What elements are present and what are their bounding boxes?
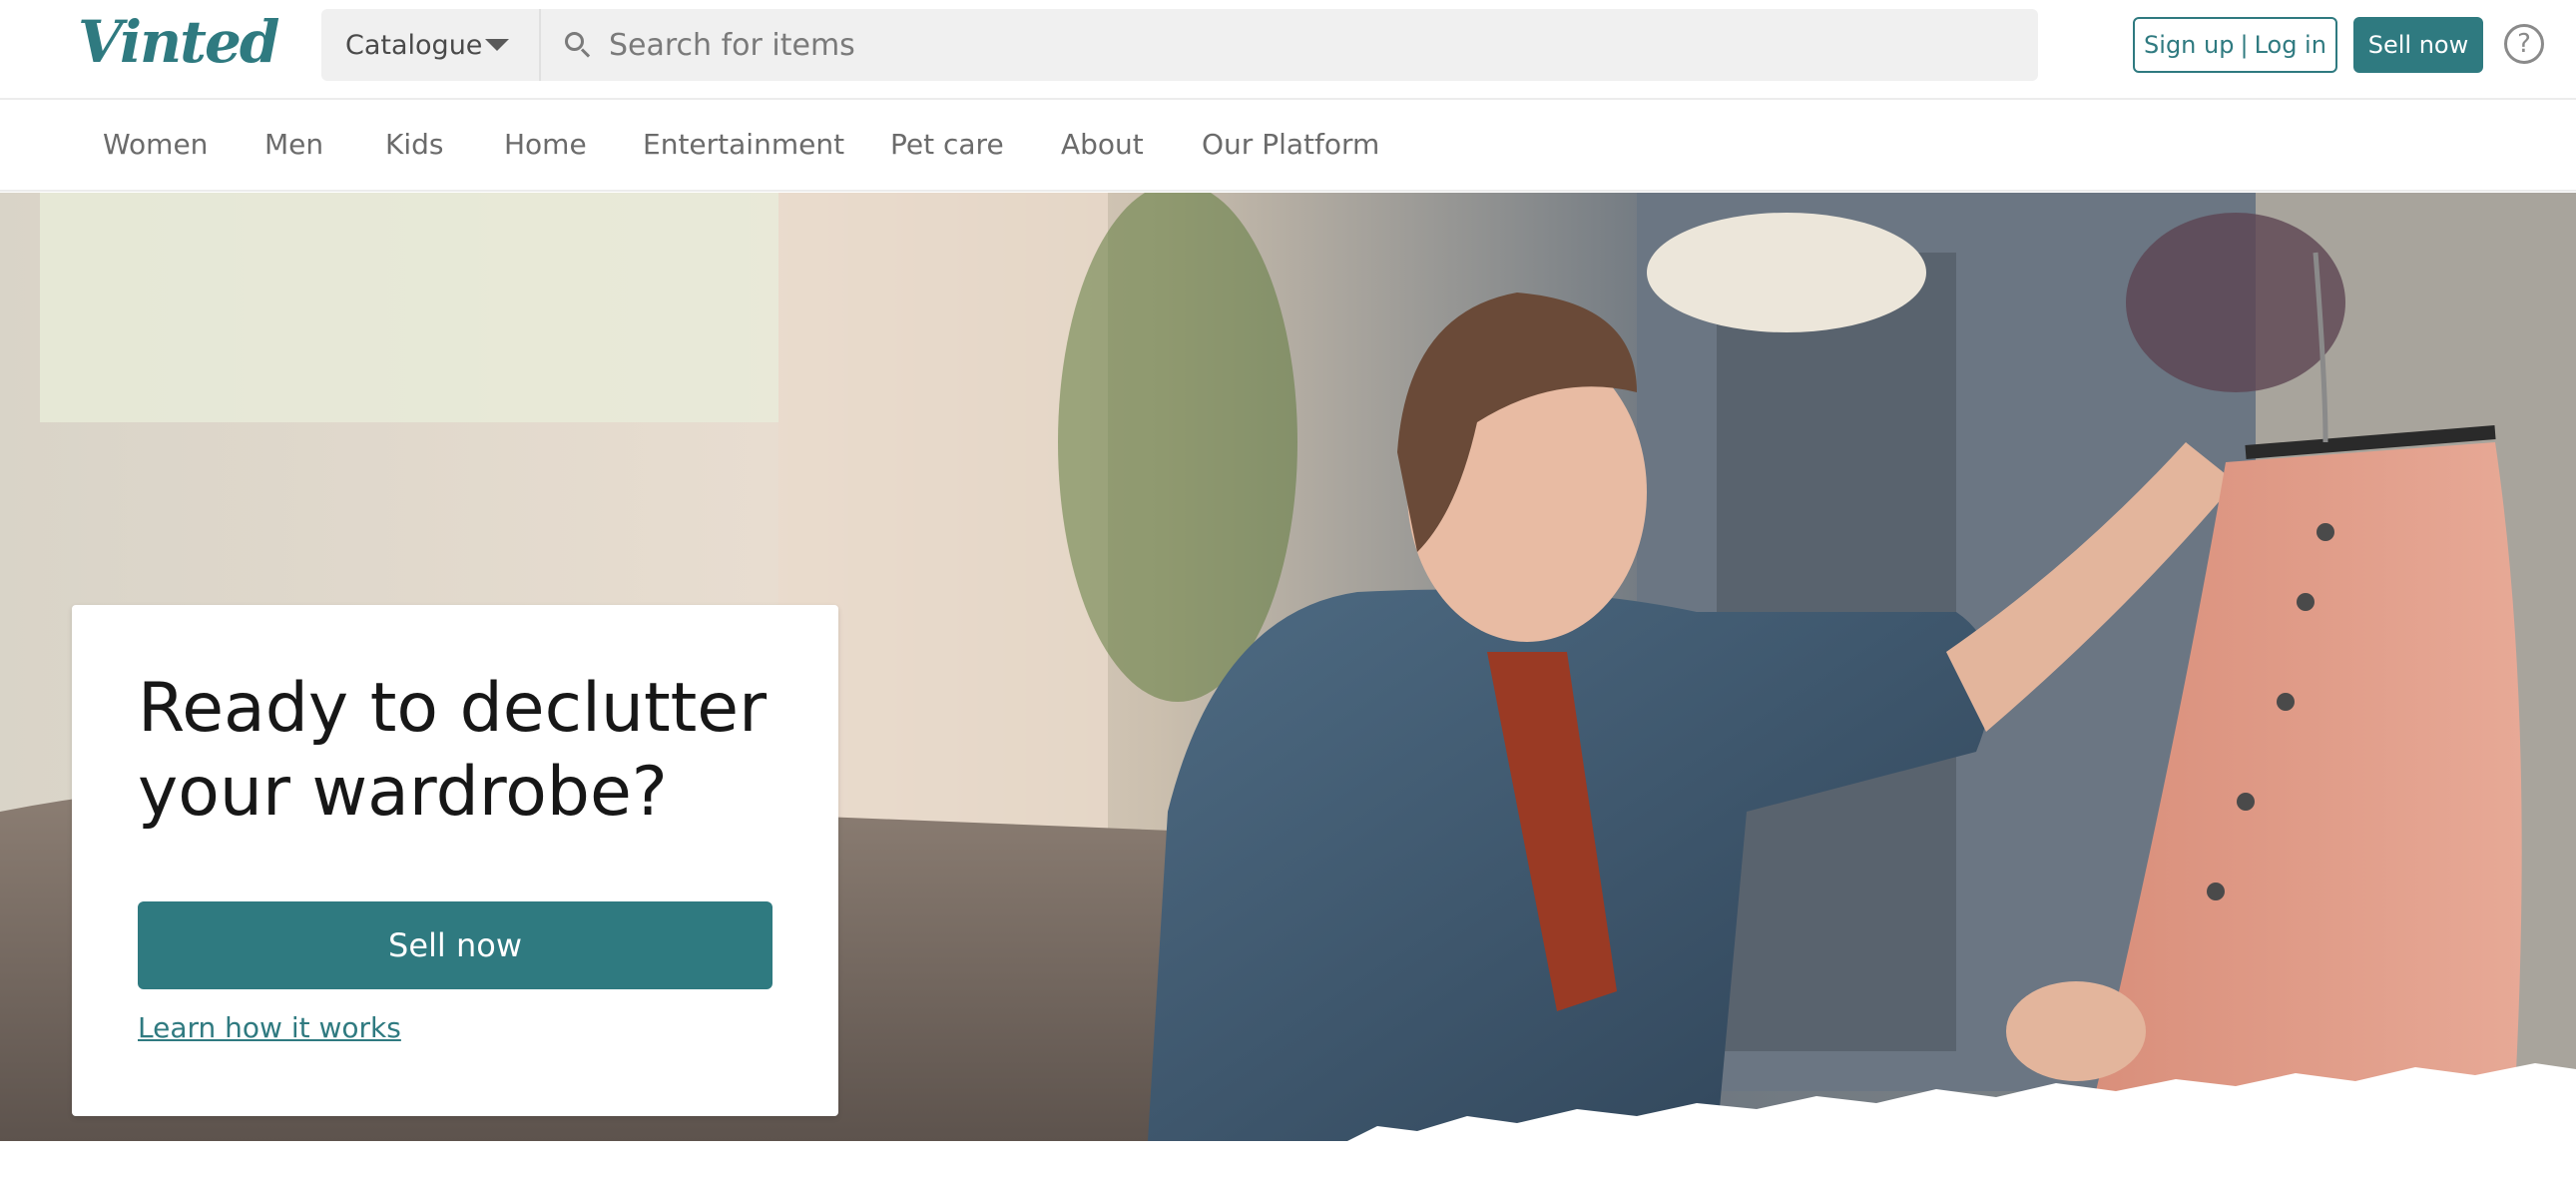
signup-label[interactable]: Sign up xyxy=(2144,31,2234,59)
vinted-logo[interactable]: Vinted xyxy=(78,8,279,76)
login-label[interactable]: Log in xyxy=(2255,31,2326,59)
learn-how-it-works-link[interactable]: Learn how it works xyxy=(138,1011,401,1044)
search-icon xyxy=(563,30,593,60)
nav-item-entertainment[interactable]: Entertainment xyxy=(643,128,844,161)
separator: | xyxy=(2240,31,2249,59)
chevron-down-icon xyxy=(485,39,509,51)
catalogue-dropdown[interactable]: Catalogue xyxy=(321,9,541,81)
catalogue-label: Catalogue xyxy=(345,29,483,61)
nav-item-our-platform[interactable]: Our Platform xyxy=(1202,128,1379,161)
help-icon[interactable]: ? xyxy=(2504,24,2544,64)
nav-item-women[interactable]: Women xyxy=(103,128,208,161)
hero-card: Ready to declutter your wardrobe? Sell n… xyxy=(72,605,838,1116)
search-field[interactable] xyxy=(541,9,2038,81)
sell-now-button[interactable]: Sell now xyxy=(2353,17,2483,73)
hero-sell-now-button[interactable]: Sell now xyxy=(138,901,773,989)
nav-item-kids[interactable]: Kids xyxy=(385,128,444,161)
signup-login-button[interactable]: Sign up | Log in xyxy=(2133,17,2337,73)
nav-item-pet-care[interactable]: Pet care xyxy=(890,128,1004,161)
search-bar: Catalogue xyxy=(321,9,2038,81)
nav-item-men[interactable]: Men xyxy=(264,128,323,161)
search-input[interactable] xyxy=(609,27,2006,63)
nav-item-home[interactable]: Home xyxy=(504,128,587,161)
category-nav: Women Men Kids Home Entertainment Pet ca… xyxy=(0,98,2576,192)
hero-banner: Ready to declutter your wardrobe? Sell n… xyxy=(0,193,2576,1141)
nav-item-about[interactable]: About xyxy=(1061,128,1144,161)
hero-title: Ready to declutter your wardrobe? xyxy=(138,669,768,832)
top-header: Vinted Catalogue Sign up | Log in Sell n… xyxy=(0,0,2576,98)
page-body-start xyxy=(0,1141,2576,1178)
